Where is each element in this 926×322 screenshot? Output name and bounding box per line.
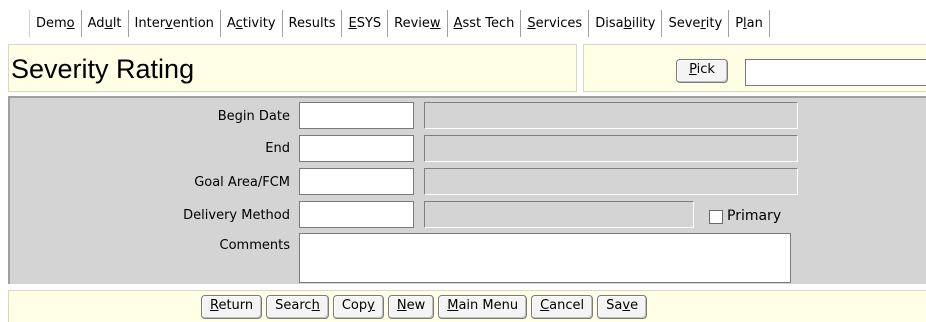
goal-area-input[interactable] xyxy=(299,168,414,195)
tab-results[interactable]: Results xyxy=(283,10,343,37)
comments-textarea[interactable] xyxy=(299,233,791,283)
goal-area-readonly-field xyxy=(424,168,798,195)
tab-asst-tech[interactable]: Asst Tech xyxy=(448,10,522,37)
tab-mnemonic: E xyxy=(348,16,357,31)
tab-label: Dem xyxy=(36,16,67,31)
tab-label: Ad xyxy=(87,16,105,31)
tab-activity[interactable]: Activity xyxy=(221,10,283,37)
tab-mnemonic: w xyxy=(429,16,441,31)
tab-demo[interactable]: Demo xyxy=(29,10,82,37)
button-label: ain Menu xyxy=(458,298,519,313)
pick-panel: Pick xyxy=(583,44,926,92)
delivery-method-input[interactable] xyxy=(299,201,414,228)
tab-intervention[interactable]: Intervention xyxy=(129,10,221,37)
tab-label: Results xyxy=(288,16,336,31)
tab-label: sst Tech xyxy=(462,16,515,31)
tab-label: P xyxy=(735,16,744,31)
button-bar: Return Search Copy New Main Menu Cancel … xyxy=(8,290,926,322)
tab-label: ention xyxy=(172,16,214,31)
button-label: Cop xyxy=(341,298,368,313)
pick-mnemonic: P xyxy=(689,62,697,77)
tab-review[interactable]: Review xyxy=(388,10,448,37)
end-date-input[interactable] xyxy=(299,135,414,162)
cancel-button[interactable]: Cancel xyxy=(531,295,594,319)
title-panel: Severity Rating xyxy=(8,44,577,92)
search-button[interactable]: Search xyxy=(266,295,329,319)
pick-input[interactable] xyxy=(745,59,926,86)
tab-severity[interactable]: Severity xyxy=(662,10,730,37)
tab-label: A xyxy=(226,16,236,31)
tab-label: ervices xyxy=(535,16,583,31)
begin-date-label: Begin Date xyxy=(217,109,290,124)
page-title: Severity Rating xyxy=(11,54,195,84)
tab-mnemonic: v xyxy=(165,16,173,31)
pick-button[interactable]: Pick xyxy=(676,59,728,83)
button-group: Return Search Copy New Main Menu Cancel … xyxy=(201,295,648,319)
begin-date-input[interactable] xyxy=(299,102,414,129)
button-mnemonic: h xyxy=(311,298,320,313)
comments-label: Comments xyxy=(219,238,290,253)
button-mnemonic: v xyxy=(622,298,631,313)
tab-mnemonic: c xyxy=(235,16,243,31)
end-readonly-field xyxy=(424,135,798,162)
button-mnemonic: C xyxy=(540,298,550,313)
tab-label: Inter xyxy=(134,16,166,31)
tab-adult[interactable]: Adult xyxy=(82,10,129,37)
button-mnemonic: y xyxy=(367,298,375,313)
tab-label: Disa xyxy=(595,16,624,31)
copy-button[interactable]: Copy xyxy=(332,295,384,319)
tab-label: Seve xyxy=(668,16,701,31)
end-label: End xyxy=(265,141,290,156)
tab-label: ity xyxy=(705,16,723,31)
save-button[interactable]: Save xyxy=(597,295,648,319)
tab-label: Revie xyxy=(394,16,430,31)
main-menu-button[interactable]: Main Menu xyxy=(438,295,528,319)
tab-label: lt xyxy=(112,16,122,31)
button-label: Searc xyxy=(275,298,312,313)
button-mnemonic: N xyxy=(396,298,407,313)
tab-label: an xyxy=(746,16,763,31)
tab-bar: Demo Adult Intervention Activity Results… xyxy=(29,10,770,37)
tab-label: tivity xyxy=(242,16,276,31)
return-button[interactable]: Return xyxy=(201,295,263,319)
button-mnemonic: M xyxy=(447,298,459,313)
tab-plan[interactable]: Plan xyxy=(729,10,770,37)
form-panel: Begin Date End Goal Area/FCM Delivery Me… xyxy=(8,96,926,284)
pick-label: ick xyxy=(696,62,715,77)
begin-date-readonly-field xyxy=(424,102,798,129)
delivery-method-readonly-field xyxy=(424,201,694,228)
button-label: ancel xyxy=(549,298,585,313)
tab-services[interactable]: Services xyxy=(521,10,590,37)
primary-label: Primary xyxy=(727,208,782,224)
button-label: e xyxy=(630,298,639,313)
tab-esys[interactable]: ESYS xyxy=(342,10,389,37)
button-label: Sa xyxy=(606,298,623,313)
button-label: ew xyxy=(406,298,426,313)
tab-label: SYS xyxy=(356,16,382,31)
tab-mnemonic: o xyxy=(66,16,75,31)
button-label: eturn xyxy=(218,298,254,313)
delivery-method-label: Delivery Method xyxy=(183,208,290,223)
tab-mnemonic: S xyxy=(527,16,536,31)
tab-label: ility xyxy=(631,16,656,31)
goal-area-label: Goal Area/FCM xyxy=(194,175,290,190)
tab-disability[interactable]: Disability xyxy=(589,10,663,37)
tab-mnemonic: u xyxy=(104,16,113,31)
new-button[interactable]: New xyxy=(387,295,435,319)
tab-mnemonic: b xyxy=(623,16,632,31)
primary-checkbox[interactable] xyxy=(709,210,723,224)
